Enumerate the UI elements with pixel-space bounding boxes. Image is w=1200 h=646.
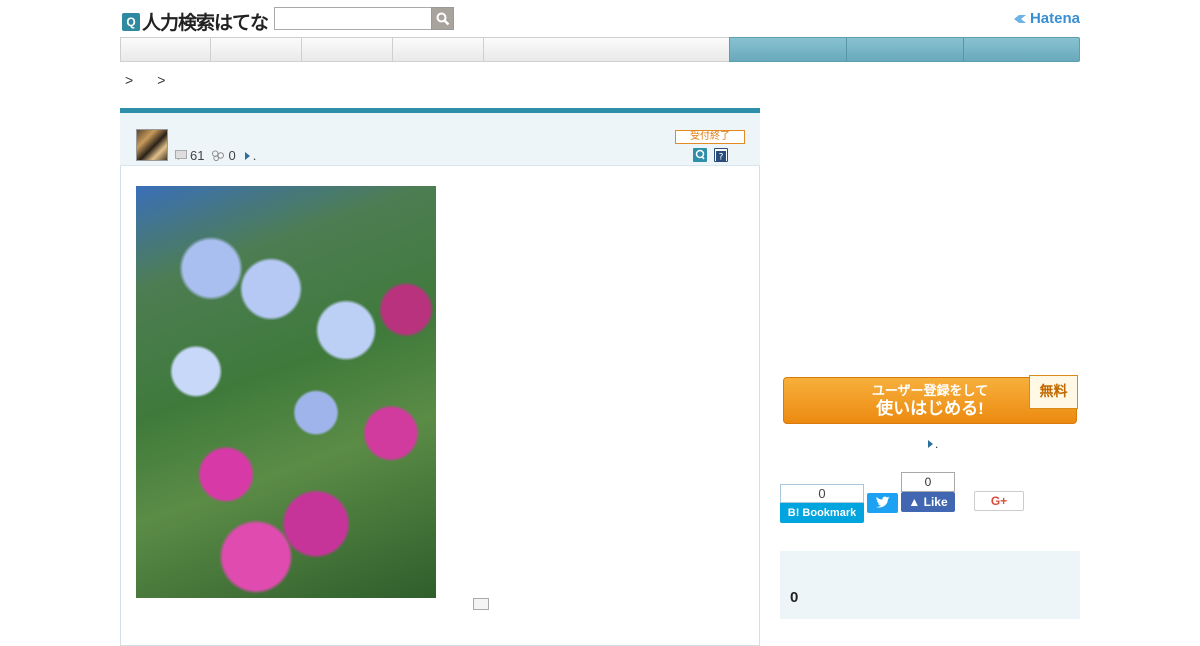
search-button[interactable] bbox=[431, 7, 454, 30]
meta-link-text[interactable]: . bbox=[253, 148, 257, 163]
sidebar-count-value: 0 bbox=[790, 589, 799, 606]
nav-tab[interactable] bbox=[730, 38, 847, 61]
status-badge: 受付終了 bbox=[675, 130, 745, 144]
points-icon bbox=[175, 150, 187, 161]
question-mark-icon: ? bbox=[716, 151, 726, 163]
site-header: Q 人力検索はてな Hatena bbox=[120, 0, 1080, 36]
signup-button[interactable]: ユーザー登録をして 使いはじめる! 無料 bbox=[783, 375, 1078, 424]
nav-tab[interactable] bbox=[964, 38, 1079, 61]
question-header: 61 0 . 受付終了 ? bbox=[120, 113, 760, 166]
thumbs-up-icon: ▲ bbox=[908, 495, 921, 509]
logo-text: 人力検索はてな bbox=[142, 12, 269, 34]
hatena-bird-icon bbox=[1013, 14, 1026, 23]
free-tag: 無料 bbox=[1029, 375, 1078, 409]
question-icon bbox=[695, 149, 705, 160]
hatena-bookmark-share[interactable]: 0 B! Bookmark bbox=[780, 470, 864, 525]
main-nav bbox=[120, 37, 1080, 62]
points-count: 61 bbox=[190, 148, 205, 163]
google-plus-share-button[interactable]: G+ bbox=[974, 491, 1024, 511]
facebook-like-share[interactable]: 0 ▲ Like bbox=[901, 470, 955, 525]
attached-photo[interactable] bbox=[136, 186, 436, 598]
nav-tab[interactable] bbox=[847, 38, 964, 61]
hatena-brand-text: Hatena bbox=[1029, 10, 1080, 27]
help-icon[interactable]: ? bbox=[714, 148, 728, 163]
question-meta: 61 0 . bbox=[175, 148, 256, 163]
search-icon bbox=[436, 12, 450, 26]
question-type-icon[interactable] bbox=[693, 148, 707, 162]
nav-right-group bbox=[729, 37, 1080, 62]
nav-item[interactable] bbox=[393, 38, 484, 61]
hatena-brand-link[interactable]: Hatena bbox=[1013, 10, 1080, 27]
facebook-like-count: 0 bbox=[901, 472, 955, 492]
question-body bbox=[120, 166, 760, 646]
nav-item[interactable] bbox=[484, 38, 729, 61]
sidebar-link[interactable]: . bbox=[928, 437, 938, 451]
breadcrumb-separator: > bbox=[157, 72, 166, 88]
search-input[interactable] bbox=[274, 7, 432, 30]
bookmark-users-icon bbox=[212, 150, 225, 161]
nav-item[interactable] bbox=[121, 38, 211, 61]
hatena-bookmark-count: 0 bbox=[780, 484, 864, 503]
twitter-bird-icon bbox=[876, 496, 890, 508]
twitter-share-button[interactable] bbox=[867, 493, 898, 513]
facebook-like-label: Like bbox=[923, 495, 948, 509]
question-card: 61 0 . 受付終了 ? bbox=[120, 108, 760, 646]
user-avatar[interactable] bbox=[136, 129, 168, 161]
bookmark-count: 0 bbox=[228, 148, 236, 163]
facebook-like-button[interactable]: ▲ Like bbox=[901, 492, 955, 512]
sidebar-count-panel: 0 bbox=[780, 551, 1080, 619]
sidebar-link-text: . bbox=[935, 437, 939, 451]
image-icon[interactable] bbox=[473, 598, 489, 610]
more-arrow-icon[interactable] bbox=[244, 151, 250, 160]
breadcrumb-separator: > bbox=[125, 72, 134, 88]
nav-item[interactable] bbox=[302, 38, 393, 61]
hatena-bookmark-button[interactable]: B! Bookmark bbox=[780, 503, 864, 523]
link-arrow-icon bbox=[928, 440, 933, 448]
svg-text:?: ? bbox=[719, 153, 724, 163]
site-logo[interactable]: Q 人力検索はてな bbox=[122, 8, 269, 35]
nav-left-group bbox=[120, 37, 729, 62]
breadcrumb: > > bbox=[118, 72, 165, 88]
nav-item[interactable] bbox=[211, 38, 302, 61]
question-logo-icon: Q bbox=[122, 12, 140, 31]
